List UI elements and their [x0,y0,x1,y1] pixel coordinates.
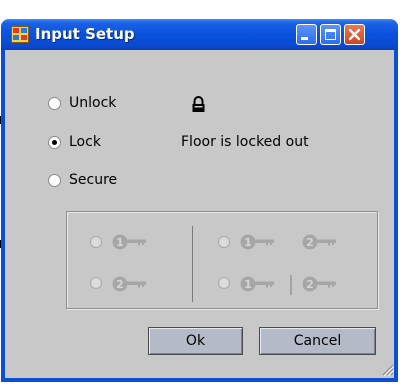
group-divider [192,226,193,302]
window-title: Input Setup [35,25,135,43]
svg-text:2: 2 [116,278,124,291]
lock-status-text: Floor is locked out [181,134,309,150]
key-option-1-or-2-radio[interactable] [218,277,230,289]
radio-unlock[interactable]: Unlock [48,94,116,112]
svg-text:1: 1 [244,278,252,291]
maximize-button[interactable] [320,24,341,45]
key-option-1-and-2-radio[interactable] [218,236,230,248]
key-1-icon: 1 [240,234,274,250]
key-option-2-radio[interactable] [90,277,102,289]
or-separator [290,275,292,295]
svg-text:2: 2 [306,236,314,249]
radio-lock-label: Lock [69,134,101,150]
radio-secure[interactable]: Secure [48,171,117,189]
radio-unlock-label: Unlock [69,95,117,111]
key-2-icon: 2 [302,276,336,292]
key-options-group [66,211,378,309]
close-button[interactable] [344,24,365,45]
key-1-icon: 1 [240,276,274,292]
svg-text:2: 2 [306,278,314,291]
radio-unlock-circle[interactable] [48,96,61,110]
close-icon [348,28,361,41]
radio-secure-label: Secure [69,172,118,188]
radio-secure-circle[interactable] [48,173,61,187]
key-1-icon: 1 [112,234,146,250]
radio-lock-circle[interactable] [48,135,61,149]
radio-lock[interactable]: Lock [48,133,101,151]
title-bar[interactable]: Input Setup [1,19,398,50]
key-2-icon: 2 [302,234,336,250]
svg-text:1: 1 [116,236,124,249]
minimize-button[interactable] [296,24,317,45]
maximize-icon [325,29,336,40]
key-2-icon: 2 [112,276,146,292]
window-app-icon [11,26,29,43]
ok-button[interactable]: Ok [148,327,243,355]
key-option-1-radio[interactable] [90,236,102,248]
lock-icon [192,96,205,112]
cancel-button[interactable]: Cancel [259,327,376,355]
minimize-icon [301,37,308,40]
resize-grip-icon[interactable] [380,362,394,376]
svg-text:1: 1 [244,236,252,249]
